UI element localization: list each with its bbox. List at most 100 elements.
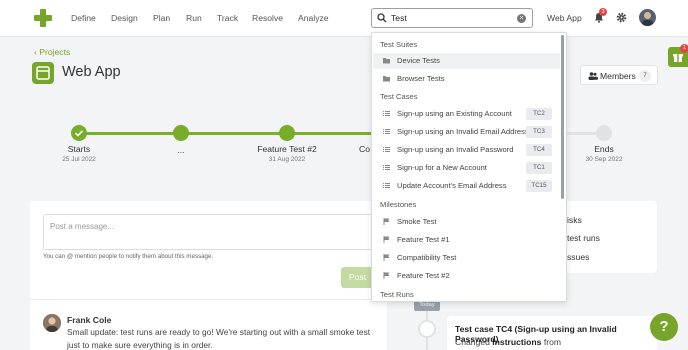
message-input[interactable]: Post a message... xyxy=(43,214,374,250)
back-to-projects-link[interactable]: ‹ Projects xyxy=(34,47,70,57)
result-item-tc2[interactable]: Sign-up using an Existing Account TC2 xyxy=(373,106,560,122)
result-label: Update Account's Email Address xyxy=(397,181,507,190)
message-panel: Post a message... You can @ mention peop… xyxy=(30,201,387,350)
test-case-id-badge: TC2 xyxy=(526,108,552,120)
result-label: Sign-up for a New Account xyxy=(397,163,487,172)
activity-sub-field: Instructions xyxy=(492,337,542,347)
search-results-dropdown: Test Suites Device Tests Browser Tests T… xyxy=(371,32,567,302)
result-item-tc4[interactable]: Sign-up using an Invalid Password TC4 xyxy=(373,142,560,158)
result-item-feature-test-2[interactable]: Feature Test #2 xyxy=(373,268,560,284)
milestone-node[interactable] xyxy=(173,125,189,141)
milestone-date: 25 Jul 2022 xyxy=(62,156,96,163)
milestone-node-feature-test-2[interactable] xyxy=(279,125,295,141)
side-tab[interactable]: 1 xyxy=(668,44,688,67)
nav-analyze[interactable]: Analyze xyxy=(298,13,329,23)
section-header: Test Cases xyxy=(380,92,418,101)
folder-icon xyxy=(383,58,390,64)
result-label: Feature Test #1 xyxy=(397,235,450,244)
result-item-smoke-test[interactable]: Smoke Test xyxy=(373,214,560,230)
activity-subtitle: Changed Instructions from xyxy=(455,337,561,347)
test-case-id-badge: TC15 xyxy=(526,180,552,192)
milestone-label: Feature Test #2 xyxy=(257,144,317,154)
members-button[interactable]: Members 7 xyxy=(580,65,658,85)
nav-define[interactable]: Define xyxy=(71,13,96,23)
post-text: Small update: test runs are ready to go!… xyxy=(67,327,371,350)
summary-item[interactable]: isks xyxy=(567,215,582,225)
nav-design[interactable]: Design xyxy=(111,13,138,23)
top-nav: Define Design Plan Run Track Resolve Ana… xyxy=(0,0,688,37)
mention-hint: You can @ mention people to notify them … xyxy=(43,253,214,260)
result-item-browser-tests[interactable]: Browser Tests xyxy=(373,71,560,87)
clear-icon[interactable]: × xyxy=(517,14,526,23)
side-tab-badge: 1 xyxy=(680,44,688,53)
test-case-id-badge: TC1 xyxy=(526,162,552,174)
result-item-compatibility-test[interactable]: Compatibility Test xyxy=(373,250,560,266)
nav-run[interactable]: Run xyxy=(186,13,202,23)
section-header: Test Runs xyxy=(380,290,414,299)
list-icon xyxy=(383,165,390,170)
list-icon xyxy=(383,183,390,188)
activity-dot xyxy=(418,320,436,338)
nav-track[interactable]: Track xyxy=(217,13,238,23)
milestone-node-starts[interactable] xyxy=(71,125,87,141)
milestone-label: Starts xyxy=(67,144,91,154)
summary-item[interactable]: test runs xyxy=(567,233,600,243)
post-button[interactable]: Post xyxy=(341,267,374,288)
gear-icon[interactable] xyxy=(616,12,627,23)
page-title: Web App xyxy=(62,64,121,80)
search-input[interactable]: Test × xyxy=(371,8,533,28)
check-icon xyxy=(74,130,84,137)
activity-card[interactable]: Test case TC4 (Sign-up using an Invalid … xyxy=(447,316,657,350)
result-label: Device Tests xyxy=(397,56,440,65)
notification-badge: 3 xyxy=(599,8,607,16)
result-item-tc15[interactable]: Update Account's Email Address TC15 xyxy=(373,178,560,194)
milestone-date: 30 Sep 2022 xyxy=(585,156,623,163)
flag-icon xyxy=(383,218,390,225)
flag-icon xyxy=(383,254,390,261)
search-value: Test xyxy=(391,13,407,23)
help-button[interactable]: ? xyxy=(650,313,678,341)
search-icon xyxy=(377,13,387,23)
post-author[interactable]: Frank Cole xyxy=(67,315,111,325)
result-item-tc1[interactable]: Sign-up for a New Account TC1 xyxy=(373,160,560,176)
user-avatar[interactable] xyxy=(639,9,656,26)
section-header: Milestones xyxy=(380,200,417,209)
result-item-device-tests[interactable]: Device Tests xyxy=(373,53,560,69)
list-icon xyxy=(383,129,390,134)
flag-icon xyxy=(383,272,390,279)
milestone-label: ... xyxy=(177,145,185,155)
milestone-date: 31 Aug 2022 xyxy=(268,156,306,163)
flag-icon xyxy=(383,236,390,243)
list-icon xyxy=(383,147,390,152)
result-label: Sign-up using an Invalid Email Address xyxy=(397,127,529,136)
section-header: Test Suites xyxy=(380,40,418,49)
project-switcher[interactable]: Web App xyxy=(547,13,582,23)
test-case-id-badge: TC4 xyxy=(526,144,552,156)
avatar xyxy=(43,314,61,332)
result-label: Browser Tests xyxy=(397,74,445,83)
logo-icon[interactable] xyxy=(34,9,52,27)
users-icon xyxy=(588,72,598,80)
result-label: Compatibility Test xyxy=(397,253,457,262)
back-label: Projects xyxy=(39,47,71,57)
app-icon xyxy=(32,62,54,84)
timeline-track xyxy=(80,132,380,135)
activity-sub-prefix: Changed xyxy=(455,337,490,347)
milestone-node-ends[interactable] xyxy=(596,125,612,141)
result-label: Feature Test #2 xyxy=(397,271,450,280)
divider xyxy=(30,299,387,300)
nav-plan[interactable]: Plan xyxy=(153,13,170,23)
nav-resolve[interactable]: Resolve xyxy=(252,13,283,23)
folder-icon xyxy=(383,76,390,82)
dropdown-scrollbar[interactable] xyxy=(561,35,564,199)
members-label: Members xyxy=(600,71,636,81)
list-icon xyxy=(383,111,390,116)
result-item-feature-test-1[interactable]: Feature Test #1 xyxy=(373,232,560,248)
activity-sub-suffix: from xyxy=(543,337,562,347)
result-item-tc3[interactable]: Sign-up using an Invalid Email Address T… xyxy=(373,124,560,140)
summary-item[interactable]: ssues xyxy=(567,252,589,262)
members-count: 7 xyxy=(639,70,651,82)
result-label: Sign-up using an Invalid Password xyxy=(397,145,514,154)
message-placeholder: Post a message... xyxy=(50,222,115,231)
result-label: Smoke Test xyxy=(397,217,437,226)
